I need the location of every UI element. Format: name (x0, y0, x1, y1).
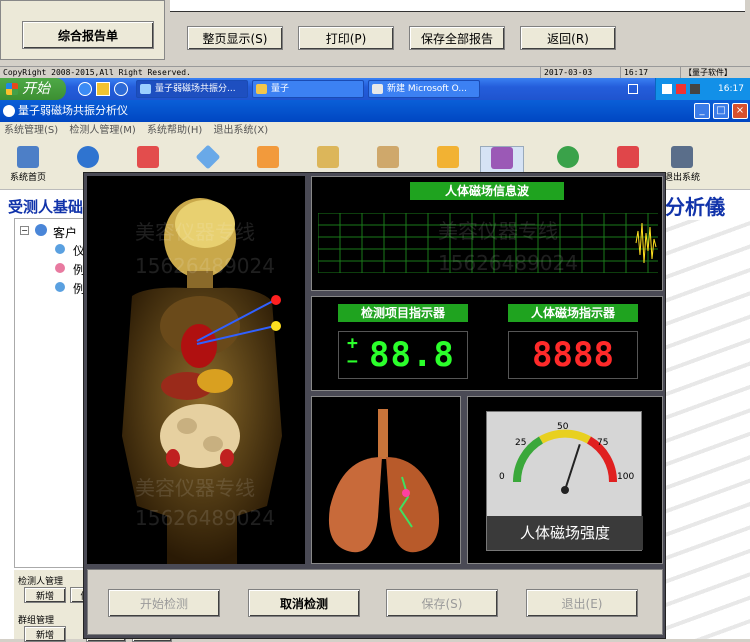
tree-collapse-toggle[interactable]: − (20, 226, 29, 235)
save-button[interactable]: 保存(S) (386, 589, 498, 617)
group-icon (35, 224, 47, 236)
start-button[interactable]: 开始 (0, 78, 66, 100)
person-icon (55, 282, 65, 292)
save-doc-icon (377, 146, 399, 168)
security-icon[interactable] (676, 84, 686, 94)
section-heading: 受测人基础 (8, 198, 84, 216)
body-anatomy-panel: 美容仪器专线 15626489024 美容仪器专线 15626489024 (87, 176, 305, 564)
test-item-reading: 88.8 (369, 335, 455, 375)
tray-clock: 16:17 (718, 84, 744, 94)
menu-system-help[interactable]: 系统帮助(H) (143, 122, 206, 140)
dialog-button-panel: 开始检测 取消检测 保存(S) 退出(E) (87, 569, 663, 635)
test-item-indicator-title: 检测项目指示器 (338, 304, 468, 322)
volume-icon[interactable] (690, 84, 700, 94)
tree-root[interactable]: 客户 (53, 224, 77, 241)
menu-person-manage[interactable]: 检测人管理(M) (65, 122, 139, 140)
app-logo-icon (3, 105, 15, 117)
magnetic-wave-panel: 人体磁场信息波 美容仪器专线 15626489024 (311, 176, 663, 291)
human-anatomy-image (122, 198, 282, 564)
test-item-display: + − 88.8 (338, 331, 468, 379)
folder-icon (437, 146, 459, 168)
tool-home[interactable]: 系统首页 (6, 146, 50, 188)
minimize-button[interactable]: _ (694, 103, 710, 119)
gauge-tick-100: 100 (617, 472, 635, 482)
summary-report-button[interactable]: 综合报告单 (22, 21, 154, 49)
taskbar-item-app[interactable]: 量子弱磁场共振分... (136, 80, 248, 98)
gauge-tick-75: 75 (597, 438, 609, 448)
menu-exit-system[interactable]: 退出系统(X) (209, 122, 272, 140)
org-chart-icon (137, 146, 159, 168)
magnetic-strength-gauge-panel: 0 25 50 75 100 人体磁场强度 (467, 396, 663, 564)
person-icon (77, 146, 99, 168)
wave-chart (318, 213, 658, 273)
show-desktop-icon[interactable] (628, 84, 638, 94)
indicator-panel: 检测项目指示器 人体磁场指示器 + − 88.8 8888 (311, 296, 663, 391)
window-title: 量子弱磁场共振分析仪 (18, 104, 128, 117)
product-heading: 分析儀 (665, 195, 725, 219)
wave-signal-line (635, 222, 657, 264)
network-icon[interactable] (662, 84, 672, 94)
chart-icon (617, 146, 639, 168)
globe-icon (557, 146, 579, 168)
add-group-button[interactable]: 新增 (24, 626, 66, 642)
ie-quicklaunch-icon[interactable] (114, 82, 128, 96)
minus-sign: − (347, 351, 358, 372)
lung-image (328, 409, 440, 553)
folder-quicklaunch-icon[interactable] (96, 82, 110, 96)
gauge-tick-25: 25 (515, 438, 527, 448)
person-icon (55, 263, 65, 273)
status-bar: CopyRight 2008-2015,All Right Reserved. … (0, 66, 750, 79)
help-book-icon (491, 147, 513, 169)
maximize-button[interactable]: □ (713, 103, 729, 119)
exit-icon (671, 146, 693, 168)
person-management-label: 检测人管理 (18, 577, 64, 587)
system-tray: 16:17 (655, 78, 750, 100)
taskbar-item-document[interactable]: 新建 Microsoft O... (368, 80, 480, 98)
window-title-bar: 量子弱磁场共振分析仪 _ □ × (0, 100, 750, 122)
app-icon (140, 84, 151, 94)
gauge-tick-50: 50 (557, 422, 569, 432)
folder-icon (256, 84, 267, 94)
document-icon (372, 84, 383, 94)
save-all-reports-button[interactable]: 保存全部报告 (409, 26, 505, 50)
person-icon (55, 244, 65, 254)
cancel-test-button[interactable]: 取消检测 (248, 589, 360, 617)
gauge-tick-0: 0 (499, 472, 505, 482)
start-test-button[interactable]: 开始检测 (108, 589, 220, 617)
taskbar-item-folder[interactable]: 量子 (252, 80, 364, 98)
start-label: 开始 (22, 81, 50, 97)
menu-system-manage[interactable]: 系统管理(S) (0, 122, 62, 140)
lung-anatomy-panel (311, 396, 461, 564)
bookmark-k-icon (257, 146, 279, 168)
taskbar: 开始 量子弱磁场共振分... 量子 新建 Microsoft O... 16:1… (0, 78, 750, 100)
gauge-needle (564, 443, 581, 491)
browser-quicklaunch-icon[interactable] (78, 82, 92, 96)
yellow-probe-marker (271, 321, 281, 331)
menu-bar: 系统管理(S) 检测人管理(M) 系统帮助(H) 退出系统(X) (0, 122, 750, 140)
red-probe-marker (271, 295, 281, 305)
close-button[interactable]: × (732, 103, 748, 119)
add-person-button[interactable]: 新增 (24, 587, 66, 603)
report-table-edge (170, 0, 745, 12)
gauge-label: 人体磁场强度 (487, 516, 643, 550)
wave-panel-title: 人体磁场信息波 (410, 182, 564, 200)
export-icon (317, 146, 339, 168)
diamond-icon (195, 144, 221, 170)
tool-exit[interactable]: 退出系统 (660, 146, 704, 188)
magnetic-indicator-title: 人体磁场指示器 (508, 304, 638, 322)
page-display-button[interactable]: 整页显示(S) (187, 26, 283, 50)
computer-icon (17, 146, 39, 168)
return-button[interactable]: 返回(R) (520, 26, 616, 50)
magnetic-reading: 8888 (508, 331, 638, 379)
customer-tree: − 客户 仪 例 例 (14, 218, 86, 568)
report-toolbar: 综合报告单 整页显示(S) 打印(P) 保存全部报告 返回(R) (0, 0, 750, 66)
management-panel: 检测人管理 新增 修 群组管理 新增 修改 删除 (14, 570, 172, 642)
gauge-face: 0 25 50 75 100 人体磁场强度 (486, 411, 643, 551)
dna-background-graphic (665, 220, 750, 639)
exit-button[interactable]: 退出(E) (526, 589, 638, 617)
print-button[interactable]: 打印(P) (298, 26, 394, 50)
group-management-label: 群组管理 (18, 616, 55, 626)
windows-flag-icon (6, 83, 18, 95)
